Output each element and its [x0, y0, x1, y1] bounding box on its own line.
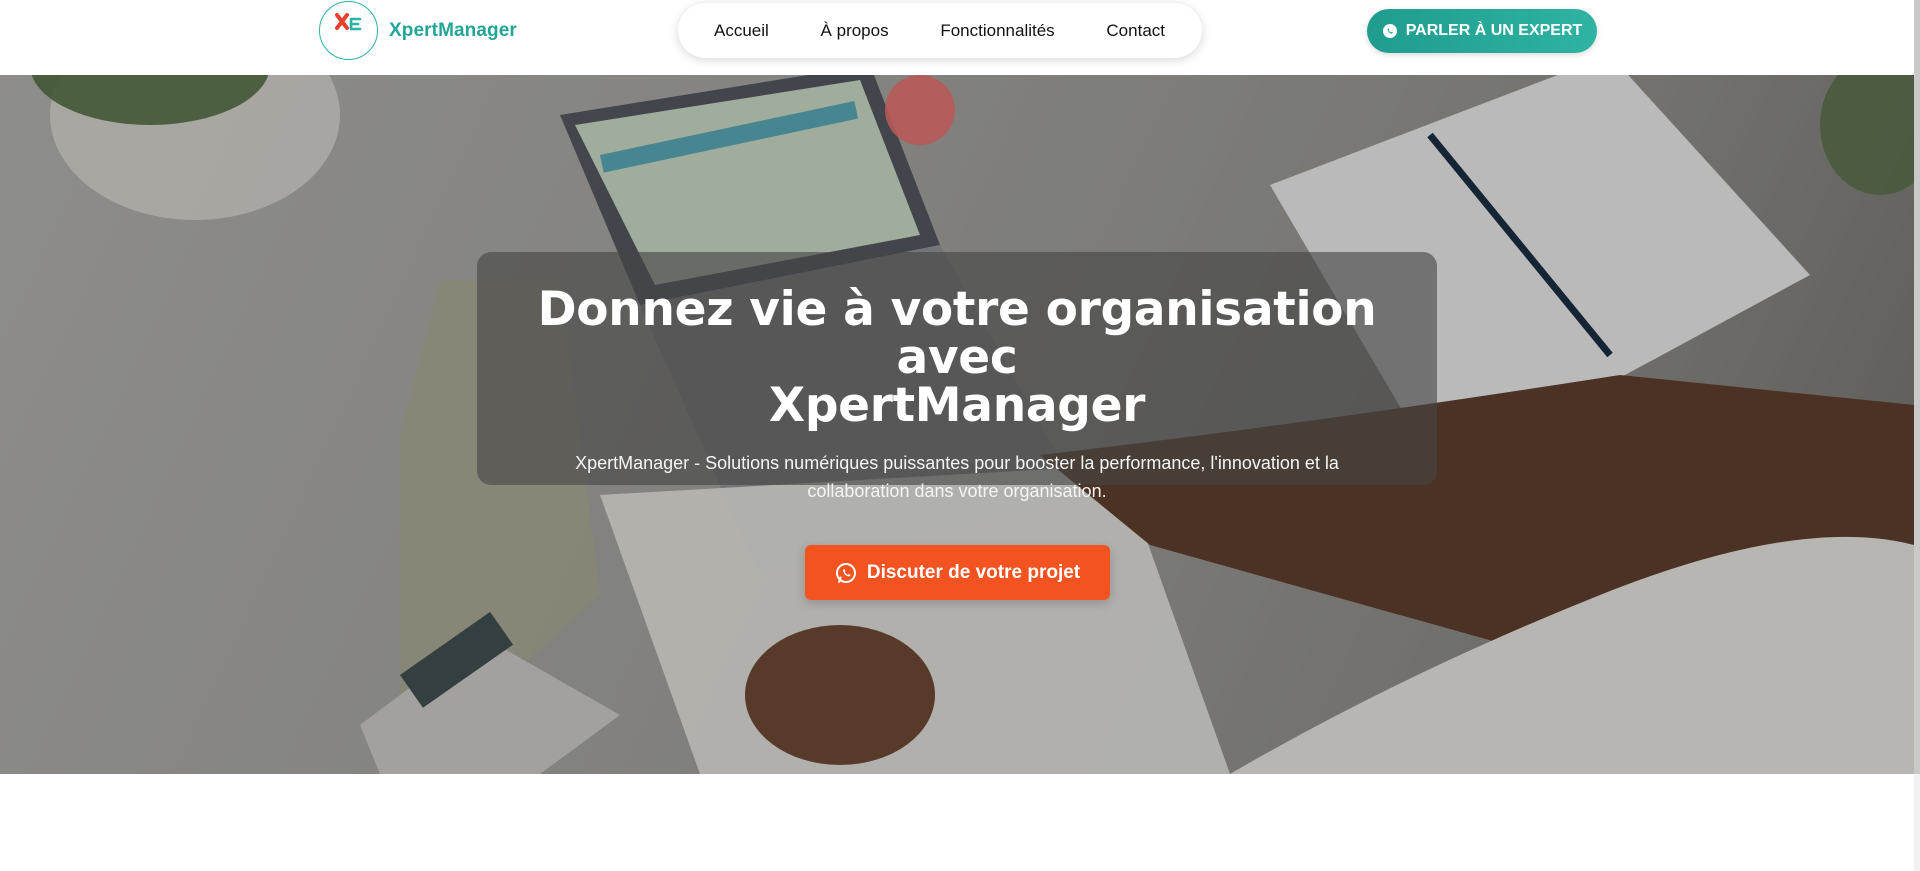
brand-logo-link[interactable]: XpertManager	[319, 1, 517, 60]
chat-icon	[1382, 24, 1397, 38]
main-nav: Accueil À propos Fonctionnalités Contact	[678, 3, 1202, 58]
talk-to-expert-label: PARLER À UN EXPERT	[1405, 22, 1583, 39]
hero-title-line-2: XpertManager	[768, 378, 1146, 433]
hero-text-card: Donnez vie à votre organisation avec Xpe…	[477, 252, 1437, 501]
whatsapp-icon	[835, 562, 856, 583]
site-header: XpertManager Accueil À propos Fonctionna…	[0, 0, 1914, 75]
discuss-project-label: Discuter de votre projet	[866, 561, 1081, 583]
hero-title: Donnez vie à votre organisation avec Xpe…	[477, 286, 1437, 430]
hero-section: Donnez vie à votre organisation avec Xpe…	[0, 75, 1914, 774]
brand-name[interactable]: XpertManager	[389, 20, 517, 42]
nav-item-a-propos[interactable]: À propos	[821, 21, 889, 41]
xpertmanager-logo-icon	[319, 1, 378, 60]
page-scrollbar[interactable]	[1914, 0, 1920, 871]
nav-item-contact[interactable]: Contact	[1106, 21, 1165, 41]
talk-to-expert-button[interactable]: PARLER À UN EXPERT	[1367, 9, 1597, 53]
nav-item-fonctionnalites[interactable]: Fonctionnalités	[940, 21, 1054, 41]
hero-subtitle: XpertManager - Solutions numériques puis…	[575, 453, 1339, 501]
hero-title-line-1: Donnez vie à votre organisation avec	[537, 282, 1377, 385]
discuss-project-button[interactable]: Discuter de votre projet	[805, 545, 1110, 600]
scrollbar-thumb[interactable]	[1914, 0, 1920, 774]
nav-item-accueil[interactable]: Accueil	[714, 21, 769, 41]
